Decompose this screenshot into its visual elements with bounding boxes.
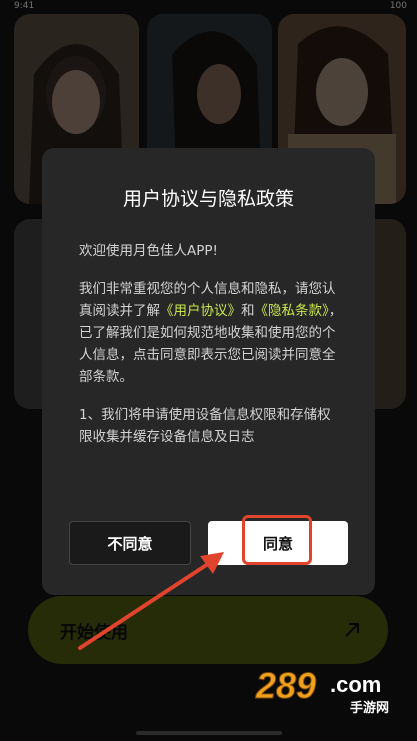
user-agreement-link[interactable]: 《用户协议》 [160,303,241,319]
privacy-policy-link[interactable]: 《隐私条款》 [255,303,329,319]
permission-item-1: 1、我们将申请使用设备信息权限和存储权限收集并缓存设备信息及日志 [79,407,331,445]
dialog-title: 用户协议与隐私政策 [122,188,294,210]
policy-text-conjunction: 和 [241,303,255,319]
svg-text:手游网: 手游网 [350,700,389,716]
home-indicator[interactable] [136,731,282,735]
scroll-fade [42,478,375,514]
svg-text:289: 289 [255,665,316,706]
policy-paragraph: 我们非常重视您的个人信息和隐私，请您认真阅读并了解《用户协议》和《隐私条款》，已… [79,278,343,388]
svg-text:.com: .com [330,672,381,697]
privacy-dialog: 用户协议与隐私政策 欢迎使用月色佳人APP! 我们非常重视您的个人信息和隐私，请… [42,148,375,595]
welcome-text: 欢迎使用月色佳人APP! [79,243,218,259]
annotation-highlight-box [242,515,312,565]
watermark-logo: 289 .com 手游网 [252,662,412,718]
disagree-button[interactable]: 不同意 [69,521,191,565]
